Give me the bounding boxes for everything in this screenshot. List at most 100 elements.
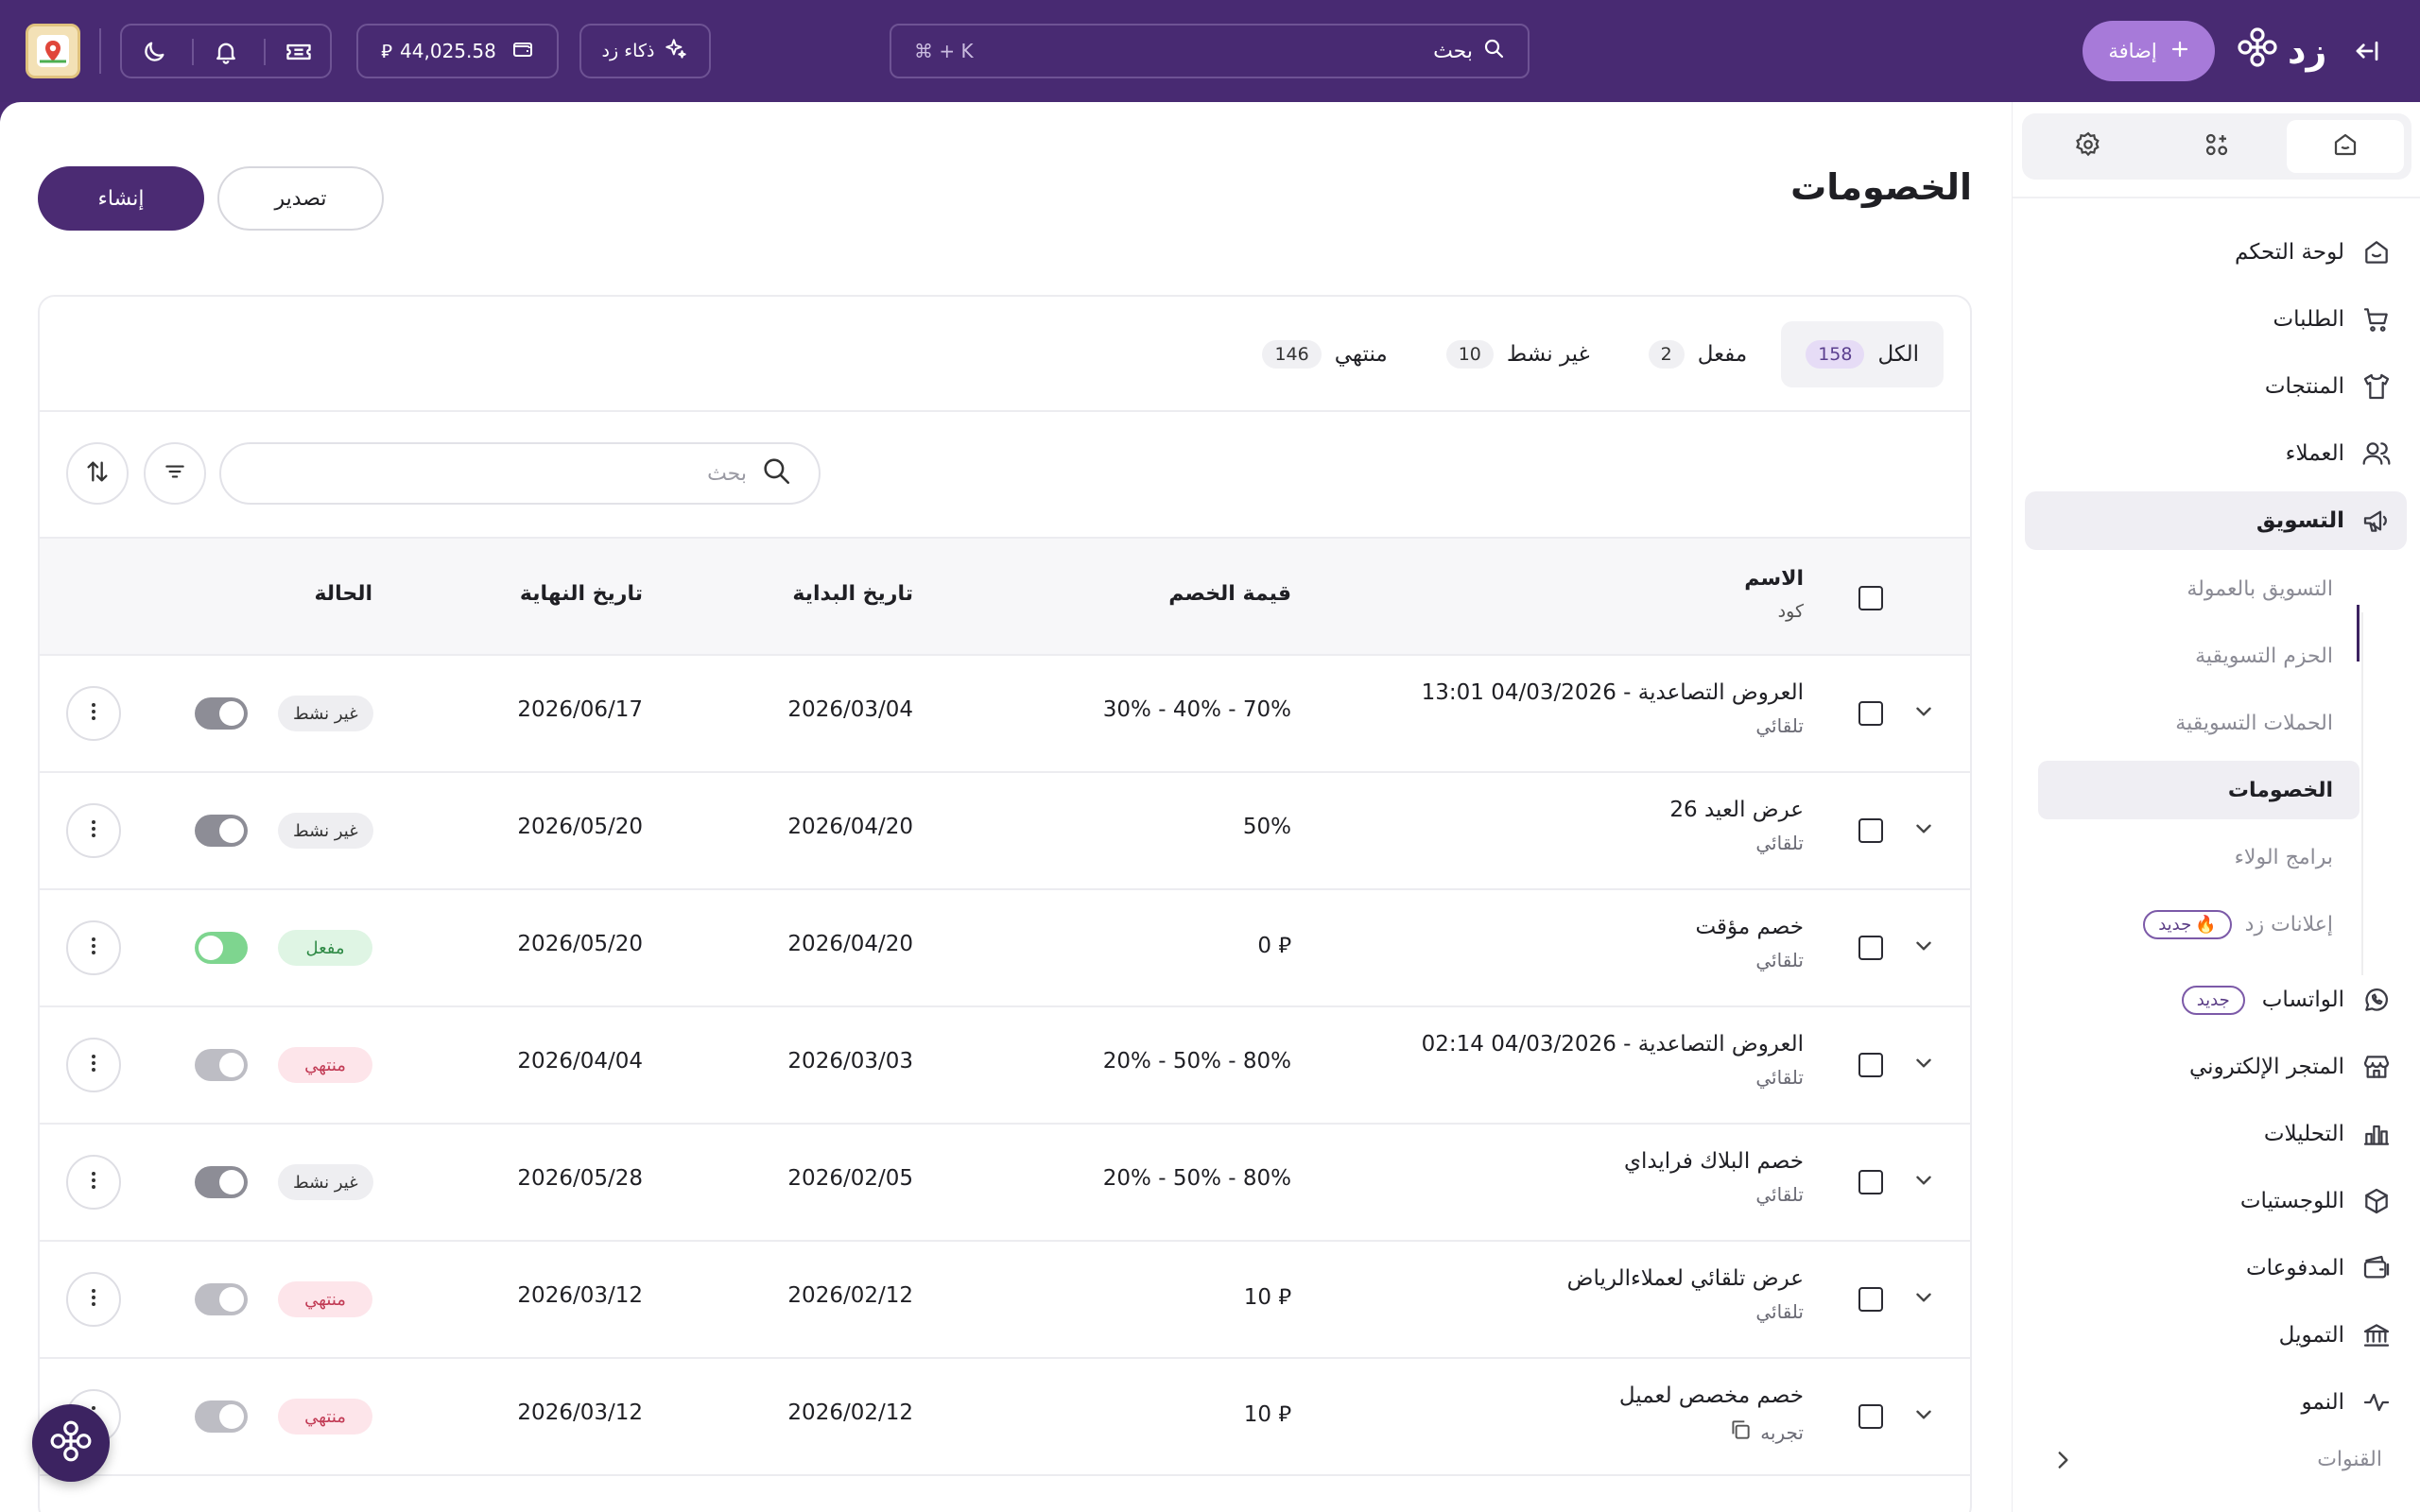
more-actions-button[interactable] [66, 803, 121, 858]
status-toggle[interactable] [195, 697, 248, 730]
chevron-down-icon[interactable] [1911, 699, 1936, 728]
tab-ended[interactable]: منتهي 146 [1237, 321, 1411, 387]
discount-code: تلقائي [1755, 1066, 1804, 1089]
create-button[interactable]: إنشاء [38, 166, 204, 231]
wallet-balance[interactable]: ⃁ 44,025.58 [356, 24, 559, 78]
status-badge: منتهي [278, 1399, 372, 1435]
more-actions-button[interactable] [66, 1155, 121, 1210]
more-actions-button[interactable] [66, 686, 121, 741]
table-row[interactable]: خصم البلاك فرايداي تلقائي 20% - 50% - 80% 2… [40, 1125, 1970, 1242]
submenu-item[interactable]: الخصومات [2038, 761, 2360, 819]
submenu-item[interactable]: إعلانات زد جديد 🔥 [2038, 895, 2360, 954]
global-search[interactable]: ⌘ + K بحث [890, 24, 1530, 78]
sidebar-item-store[interactable]: المتجر الإلكتروني [2025, 1038, 2407, 1096]
status-toggle[interactable] [195, 1400, 248, 1433]
sidebar-item-shirt[interactable]: المنتجات [2025, 357, 2407, 416]
status-toggle[interactable] [195, 932, 248, 964]
sidebar-item-bank[interactable]: التمويل [2025, 1306, 2407, 1365]
row-checkbox[interactable] [1858, 818, 1883, 843]
table-row[interactable]: العروض التصاعدية - 04/03/2026 02:14 تلقائ… [40, 1007, 1970, 1125]
sidebar-item-whatsapp[interactable]: الواتساب جديد [2025, 971, 2407, 1029]
top-bar: زد إضافة ⌘ + K بحث ذكاء زد ⃁ 44,025.58 [0, 0, 2420, 102]
discount-name[interactable]: خصم مؤقت [1695, 915, 1804, 939]
column-value[interactable]: قيمة الخصم [1168, 582, 1291, 606]
chevron-down-icon[interactable] [1911, 1051, 1936, 1079]
chevron-down-icon[interactable] [1911, 1285, 1936, 1314]
add-button[interactable]: إضافة [2083, 21, 2215, 81]
select-all-checkbox[interactable] [1858, 586, 1883, 610]
more-actions-button[interactable] [66, 920, 121, 975]
status-toggle[interactable] [195, 1283, 248, 1315]
tab-active[interactable]: مفعل 2 [1624, 321, 1772, 387]
column-name[interactable]: الاسم [1744, 567, 1804, 591]
column-status[interactable]: الحالة [314, 582, 372, 606]
copy-icon[interactable] [1728, 1418, 1753, 1447]
sidebar-item-growth[interactable]: النمو [2025, 1373, 2407, 1432]
submenu-item[interactable]: برامج الولاء [2038, 828, 2360, 886]
chevron-down-icon[interactable] [1911, 816, 1936, 845]
submenu-item[interactable]: الحزم التسويقية [2038, 627, 2360, 685]
more-actions-button[interactable] [66, 1272, 121, 1327]
column-end-date[interactable]: تاريخ النهاية [520, 582, 643, 606]
table-row[interactable]: عرض العيد 26 تلقائي 50% 2026/04/20 2026/05/2… [40, 773, 1970, 890]
collapse-sidebar-icon[interactable] [2350, 34, 2384, 68]
tab-home[interactable] [2287, 120, 2404, 173]
store-avatar[interactable] [26, 24, 80, 78]
discount-name[interactable]: خصم البلاك فرايداي [1624, 1149, 1804, 1174]
assistant-fab[interactable] [32, 1404, 110, 1482]
moon-icon[interactable] [141, 39, 167, 65]
ai-button[interactable]: ذكاء زد [579, 24, 711, 78]
filter-button[interactable] [144, 442, 206, 505]
logo[interactable]: زد [2237, 26, 2326, 76]
chevron-down-icon[interactable] [1911, 934, 1936, 962]
row-checkbox[interactable] [1858, 701, 1883, 726]
table-row[interactable]: خصم مؤقت تلقائي 0 ⃁ 2026/04/20 2026/05/20 مفع… [40, 890, 1970, 1007]
column-start-date[interactable]: تاريخ البداية [792, 582, 913, 606]
table-row[interactable]: عرض تلقائي لعملاءالرياض تلقائي 10 ⃁ 2026/02… [40, 1242, 1970, 1359]
discount-name[interactable]: العروض التصاعدية - 04/03/2026 13:01 [1422, 680, 1804, 705]
tab-inactive[interactable]: غير نشط 10 [1422, 321, 1615, 387]
more-actions-button[interactable] [66, 1038, 121, 1092]
status-toggle[interactable] [195, 815, 248, 847]
sidebar-item-megaphone[interactable]: التسويق [2025, 491, 2407, 550]
submenu-item[interactable]: التسويق بالعمولة [2038, 559, 2360, 618]
tab-apps[interactable] [2158, 120, 2275, 173]
discount-name[interactable]: خصم مخصص لعميل [1619, 1383, 1804, 1408]
discount-name[interactable]: عرض العيد 26 [1669, 798, 1804, 822]
sidebar-item-home[interactable]: لوحة التحكم [2025, 223, 2407, 282]
table-row[interactable]: العروض التصاعدية - 04/03/2026 13:01 تلقائ… [40, 656, 1970, 773]
sort-button[interactable] [66, 442, 129, 505]
sidebar-item-chart[interactable]: التحليلات [2025, 1105, 2407, 1163]
table-row[interactable]: خصم مخصص لعميل تجربه 10 ⃁ 2026/02/12 2026/03… [40, 1359, 1970, 1476]
chevron-down-icon[interactable] [1911, 1168, 1936, 1196]
sidebar-item-cart[interactable]: الطلبات [2025, 290, 2407, 349]
row-checkbox[interactable] [1858, 1170, 1883, 1194]
tab-settings[interactable] [2030, 120, 2147, 173]
bell-icon[interactable] [213, 39, 239, 65]
new-badge: جديد 🔥 [2143, 909, 2232, 939]
row-checkbox[interactable] [1858, 1404, 1883, 1429]
sidebar-item-users[interactable]: العملاء [2025, 424, 2407, 483]
chevron-right-icon[interactable] [2050, 1448, 2075, 1476]
submenu-item[interactable]: الحملات التسويقية [2038, 694, 2360, 752]
sidebar-tabs [2022, 113, 2411, 180]
chevron-down-icon[interactable] [1911, 1402, 1936, 1431]
sidebar-item-payments[interactable]: المدفوعات [2025, 1239, 2407, 1297]
table-search-input[interactable]: بحث [219, 442, 821, 505]
discount-name[interactable]: العروض التصاعدية - 04/03/2026 02:14 [1422, 1032, 1804, 1057]
row-checkbox[interactable] [1858, 936, 1883, 960]
sidebar-item-label: الطلبات [2273, 307, 2344, 332]
status-toggle[interactable] [195, 1049, 248, 1081]
sidebar-item-label: المدفوعات [2245, 1256, 2344, 1280]
row-checkbox[interactable] [1858, 1053, 1883, 1077]
channels-section-label[interactable]: القنوات [2317, 1448, 2382, 1471]
export-button[interactable]: تصدير [217, 166, 384, 231]
status-toggle[interactable] [195, 1166, 248, 1198]
discount-name[interactable]: عرض تلقائي لعملاءالرياض [1567, 1266, 1804, 1291]
ticket-icon[interactable] [285, 39, 313, 65]
sidebar-item-box[interactable]: اللوجستيات [2025, 1172, 2407, 1230]
end-date: 2026/03/12 [517, 1283, 643, 1308]
row-checkbox[interactable] [1858, 1287, 1883, 1312]
tab-all[interactable]: الكل 158 [1781, 321, 1944, 387]
status-badge: مفعل [278, 930, 372, 966]
